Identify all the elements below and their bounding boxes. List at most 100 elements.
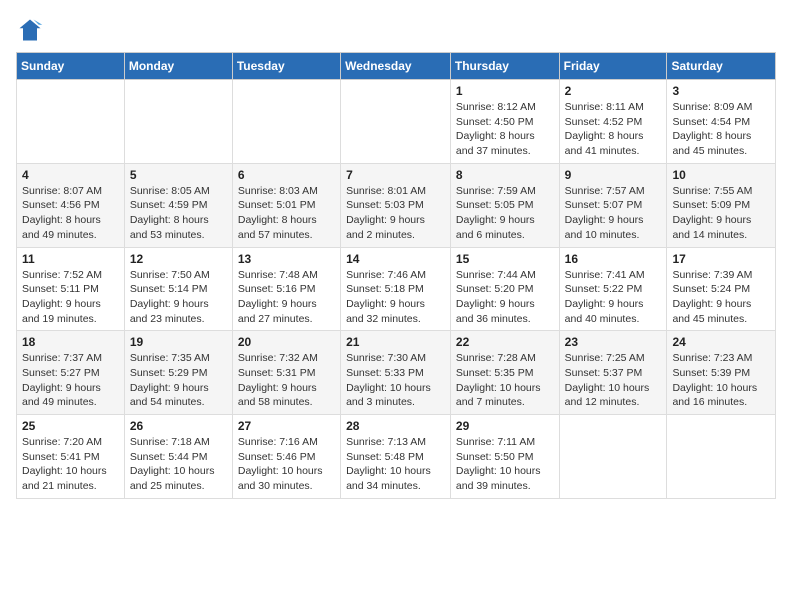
- day-number: 9: [565, 168, 662, 182]
- calendar-cell: 20 Sunrise: 7:32 AM Sunset: 5:31 PM Dayli…: [232, 331, 340, 415]
- day-info: Sunrise: 7:39 AM Sunset: 5:24 PM Dayligh…: [672, 268, 770, 327]
- day-info: Sunrise: 7:28 AM Sunset: 5:35 PM Dayligh…: [456, 351, 554, 410]
- calendar-cell: [124, 80, 232, 164]
- calendar-week-3: 11 Sunrise: 7:52 AM Sunset: 5:11 PM Dayli…: [17, 247, 776, 331]
- day-info: Sunrise: 8:05 AM Sunset: 4:59 PM Dayligh…: [130, 184, 227, 243]
- calendar-cell: 6 Sunrise: 8:03 AM Sunset: 5:01 PM Daylig…: [232, 163, 340, 247]
- calendar-cell: [232, 80, 340, 164]
- calendar-cell: 26 Sunrise: 7:18 AM Sunset: 5:44 PM Dayli…: [124, 415, 232, 499]
- day-number: 29: [456, 419, 554, 433]
- day-number: 14: [346, 252, 445, 266]
- day-number: 25: [22, 419, 119, 433]
- day-info: Sunrise: 7:41 AM Sunset: 5:22 PM Dayligh…: [565, 268, 662, 327]
- calendar-cell: 4 Sunrise: 8:07 AM Sunset: 4:56 PM Daylig…: [17, 163, 125, 247]
- calendar-cell: 28 Sunrise: 7:13 AM Sunset: 5:48 PM Dayli…: [341, 415, 451, 499]
- day-number: 12: [130, 252, 227, 266]
- calendar-week-5: 25 Sunrise: 7:20 AM Sunset: 5:41 PM Dayli…: [17, 415, 776, 499]
- day-number: 17: [672, 252, 770, 266]
- calendar-week-4: 18 Sunrise: 7:37 AM Sunset: 5:27 PM Dayli…: [17, 331, 776, 415]
- calendar-cell: 23 Sunrise: 7:25 AM Sunset: 5:37 PM Dayli…: [559, 331, 667, 415]
- calendar-cell: [341, 80, 451, 164]
- header-saturday: Saturday: [667, 53, 776, 80]
- day-info: Sunrise: 7:46 AM Sunset: 5:18 PM Dayligh…: [346, 268, 445, 327]
- day-number: 1: [456, 84, 554, 98]
- day-info: Sunrise: 7:55 AM Sunset: 5:09 PM Dayligh…: [672, 184, 770, 243]
- day-info: Sunrise: 7:57 AM Sunset: 5:07 PM Dayligh…: [565, 184, 662, 243]
- calendar-week-2: 4 Sunrise: 8:07 AM Sunset: 4:56 PM Daylig…: [17, 163, 776, 247]
- calendar-cell: 27 Sunrise: 7:16 AM Sunset: 5:46 PM Dayli…: [232, 415, 340, 499]
- calendar-cell: [17, 80, 125, 164]
- day-info: Sunrise: 7:20 AM Sunset: 5:41 PM Dayligh…: [22, 435, 119, 494]
- day-number: 8: [456, 168, 554, 182]
- day-number: 19: [130, 335, 227, 349]
- day-info: Sunrise: 8:09 AM Sunset: 4:54 PM Dayligh…: [672, 100, 770, 159]
- calendar-table: SundayMondayTuesdayWednesdayThursdayFrid…: [16, 52, 776, 499]
- day-number: 10: [672, 168, 770, 182]
- calendar-cell: 19 Sunrise: 7:35 AM Sunset: 5:29 PM Dayli…: [124, 331, 232, 415]
- calendar-cell: 7Sunrise: 8:01 AM Sunset: 5:03 PM Daylig…: [341, 163, 451, 247]
- calendar-cell: [667, 415, 776, 499]
- calendar-week-1: 1 Sunrise: 8:12 AM Sunset: 4:50 PM Daylig…: [17, 80, 776, 164]
- header-sunday: Sunday: [17, 53, 125, 80]
- day-info: Sunrise: 7:48 AM Sunset: 5:16 PM Dayligh…: [238, 268, 335, 327]
- day-info: Sunrise: 7:35 AM Sunset: 5:29 PM Dayligh…: [130, 351, 227, 410]
- calendar-cell: [559, 415, 667, 499]
- day-info: Sunrise: 7:59 AM Sunset: 5:05 PM Dayligh…: [456, 184, 554, 243]
- day-info: Sunrise: 8:07 AM Sunset: 4:56 PM Dayligh…: [22, 184, 119, 243]
- logo: [16, 16, 48, 44]
- calendar-header-row: SundayMondayTuesdayWednesdayThursdayFrid…: [17, 53, 776, 80]
- day-number: 28: [346, 419, 445, 433]
- calendar-cell: 16 Sunrise: 7:41 AM Sunset: 5:22 PM Dayli…: [559, 247, 667, 331]
- day-number: 18: [22, 335, 119, 349]
- day-number: 23: [565, 335, 662, 349]
- calendar-cell: 24Sunrise: 7:23 AM Sunset: 5:39 PM Dayli…: [667, 331, 776, 415]
- calendar-cell: 12 Sunrise: 7:50 AM Sunset: 5:14 PM Dayli…: [124, 247, 232, 331]
- calendar-cell: 13 Sunrise: 7:48 AM Sunset: 5:16 PM Dayli…: [232, 247, 340, 331]
- calendar-cell: 17 Sunrise: 7:39 AM Sunset: 5:24 PM Dayli…: [667, 247, 776, 331]
- day-info: Sunrise: 7:25 AM Sunset: 5:37 PM Dayligh…: [565, 351, 662, 410]
- header-tuesday: Tuesday: [232, 53, 340, 80]
- calendar-cell: 10 Sunrise: 7:55 AM Sunset: 5:09 PM Dayli…: [667, 163, 776, 247]
- day-info: Sunrise: 7:11 AM Sunset: 5:50 PM Dayligh…: [456, 435, 554, 494]
- day-info: Sunrise: 7:52 AM Sunset: 5:11 PM Dayligh…: [22, 268, 119, 327]
- day-number: 26: [130, 419, 227, 433]
- calendar-cell: 3 Sunrise: 8:09 AM Sunset: 4:54 PM Daylig…: [667, 80, 776, 164]
- day-info: Sunrise: 8:12 AM Sunset: 4:50 PM Dayligh…: [456, 100, 554, 159]
- day-number: 20: [238, 335, 335, 349]
- calendar-cell: 22 Sunrise: 7:28 AM Sunset: 5:35 PM Dayli…: [450, 331, 559, 415]
- page-header: [16, 16, 776, 44]
- calendar-cell: 5Sunrise: 8:05 AM Sunset: 4:59 PM Daylig…: [124, 163, 232, 247]
- calendar-cell: 1 Sunrise: 8:12 AM Sunset: 4:50 PM Daylig…: [450, 80, 559, 164]
- day-number: 6: [238, 168, 335, 182]
- calendar-cell: 18 Sunrise: 7:37 AM Sunset: 5:27 PM Dayli…: [17, 331, 125, 415]
- calendar-cell: 15 Sunrise: 7:44 AM Sunset: 5:20 PM Dayli…: [450, 247, 559, 331]
- day-info: Sunrise: 7:50 AM Sunset: 5:14 PM Dayligh…: [130, 268, 227, 327]
- day-info: Sunrise: 7:18 AM Sunset: 5:44 PM Dayligh…: [130, 435, 227, 494]
- header-friday: Friday: [559, 53, 667, 80]
- day-number: 15: [456, 252, 554, 266]
- day-info: Sunrise: 7:16 AM Sunset: 5:46 PM Dayligh…: [238, 435, 335, 494]
- calendar-cell: 29 Sunrise: 7:11 AM Sunset: 5:50 PM Dayli…: [450, 415, 559, 499]
- calendar-cell: 8 Sunrise: 7:59 AM Sunset: 5:05 PM Daylig…: [450, 163, 559, 247]
- day-info: Sunrise: 7:32 AM Sunset: 5:31 PM Dayligh…: [238, 351, 335, 410]
- day-info: Sunrise: 8:11 AM Sunset: 4:52 PM Dayligh…: [565, 100, 662, 159]
- day-number: 3: [672, 84, 770, 98]
- day-info: Sunrise: 8:03 AM Sunset: 5:01 PM Dayligh…: [238, 184, 335, 243]
- calendar-cell: 21Sunrise: 7:30 AM Sunset: 5:33 PM Dayli…: [341, 331, 451, 415]
- day-info: Sunrise: 7:44 AM Sunset: 5:20 PM Dayligh…: [456, 268, 554, 327]
- day-number: 24: [672, 335, 770, 349]
- day-number: 11: [22, 252, 119, 266]
- header-wednesday: Wednesday: [341, 53, 451, 80]
- day-number: 27: [238, 419, 335, 433]
- day-number: 13: [238, 252, 335, 266]
- header-thursday: Thursday: [450, 53, 559, 80]
- day-number: 22: [456, 335, 554, 349]
- calendar-cell: 9 Sunrise: 7:57 AM Sunset: 5:07 PM Daylig…: [559, 163, 667, 247]
- day-number: 16: [565, 252, 662, 266]
- day-info: Sunrise: 7:13 AM Sunset: 5:48 PM Dayligh…: [346, 435, 445, 494]
- day-info: Sunrise: 7:37 AM Sunset: 5:27 PM Dayligh…: [22, 351, 119, 410]
- day-number: 21: [346, 335, 445, 349]
- day-number: 7: [346, 168, 445, 182]
- calendar-cell: 11 Sunrise: 7:52 AM Sunset: 5:11 PM Dayli…: [17, 247, 125, 331]
- day-number: 4: [22, 168, 119, 182]
